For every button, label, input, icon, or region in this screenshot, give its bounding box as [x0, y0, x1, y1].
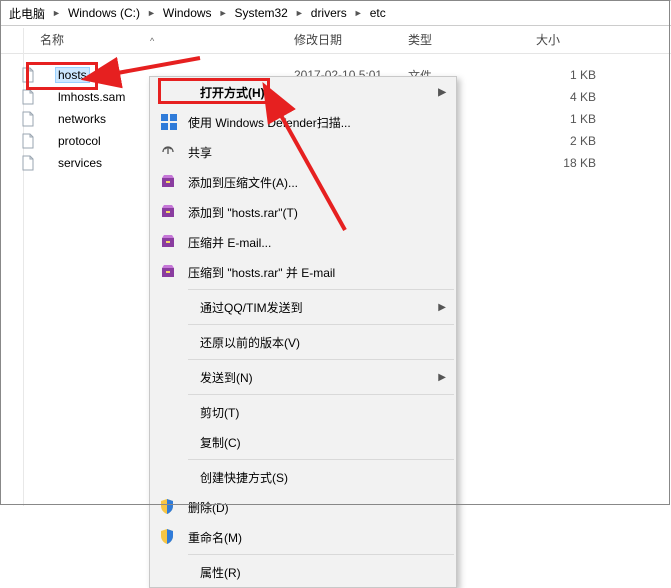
ctx-send-qq-tim[interactable]: 通过QQ/TIM发送到 ▶: [150, 292, 456, 322]
chevron-right-icon[interactable]: ►: [49, 8, 64, 18]
file-name: lmhosts.sam: [58, 90, 125, 104]
ctx-add-to-hosts-rar[interactable]: 添加到 "hosts.rar"(T): [150, 197, 456, 227]
ctx-label: 共享: [188, 144, 456, 161]
column-header-date[interactable]: 修改日期: [294, 31, 342, 48]
ctx-label: 压缩到 "hosts.rar" 并 E-mail: [188, 264, 456, 281]
column-header-row: 名称 ^ 修改日期 类型 大小: [0, 26, 671, 54]
separator: [188, 459, 454, 460]
file-name: services: [58, 156, 102, 170]
chevron-right-icon: ▶: [438, 87, 446, 98]
share-icon: [160, 144, 188, 160]
breadcrumb-item-this-pc[interactable]: 此电脑: [5, 5, 49, 22]
chevron-right-icon: ▶: [438, 302, 446, 313]
ctx-label: 复制(C): [200, 434, 456, 451]
ctx-share[interactable]: 共享: [150, 137, 456, 167]
ctx-compress-hosts-email[interactable]: 压缩到 "hosts.rar" 并 E-mail: [150, 257, 456, 287]
ctx-cut[interactable]: 剪切(T): [150, 397, 456, 427]
breadcrumb-item-system32[interactable]: System32: [230, 6, 291, 20]
ctx-label: 打开方式(H): [200, 84, 456, 101]
column-header-type[interactable]: 类型: [408, 31, 432, 48]
ctx-rename[interactable]: 重命名(M): [150, 522, 456, 552]
file-size: 2 KB: [536, 134, 596, 148]
ctx-label: 删除(D): [188, 499, 456, 516]
chevron-right-icon[interactable]: ►: [292, 8, 307, 18]
ctx-delete[interactable]: 删除(D): [150, 492, 456, 522]
column-header-size[interactable]: 大小: [536, 31, 560, 48]
breadcrumb-item-etc[interactable]: etc: [366, 6, 390, 20]
ctx-restore-versions[interactable]: 还原以前的版本(V): [150, 327, 456, 357]
file-icon: [20, 111, 36, 127]
ctx-label: 通过QQ/TIM发送到: [200, 299, 456, 316]
file-size: 1 KB: [536, 68, 596, 82]
defender-icon: [160, 113, 188, 131]
file-name: hosts: [55, 67, 90, 83]
ctx-label: 使用 Windows Defender扫描...: [188, 114, 456, 131]
sort-ascending-icon: ^: [150, 36, 154, 46]
shield-icon: [160, 499, 188, 515]
ctx-label: 压缩并 E-mail...: [188, 234, 456, 251]
chevron-right-icon[interactable]: ►: [144, 8, 159, 18]
separator: [188, 324, 454, 325]
chevron-right-icon[interactable]: ►: [216, 8, 231, 18]
separator: [188, 359, 454, 360]
ctx-send-to[interactable]: 发送到(N) ▶: [150, 362, 456, 392]
file-size: 4 KB: [536, 90, 596, 104]
ctx-label: 添加到 "hosts.rar"(T): [188, 204, 456, 221]
file-size: 1 KB: [536, 112, 596, 126]
chevron-right-icon[interactable]: ►: [351, 8, 366, 18]
file-size: 18 KB: [536, 156, 596, 170]
winrar-icon: [160, 174, 188, 190]
ctx-label: 发送到(N): [200, 369, 456, 386]
separator: [188, 289, 454, 290]
breadcrumb-item-c[interactable]: Windows (C:): [64, 6, 144, 20]
ctx-copy[interactable]: 复制(C): [150, 427, 456, 457]
ctx-add-to-archive[interactable]: 添加到压缩文件(A)...: [150, 167, 456, 197]
ctx-compress-email[interactable]: 压缩并 E-mail...: [150, 227, 456, 257]
breadcrumb[interactable]: 此电脑 ► Windows (C:) ► Windows ► System32 …: [0, 0, 671, 26]
context-menu: 打开方式(H) ▶ 使用 Windows Defender扫描... 共享 添加…: [149, 76, 457, 588]
winrar-icon: [160, 264, 188, 280]
breadcrumb-item-drivers[interactable]: drivers: [307, 6, 351, 20]
ctx-label: 属性(R): [200, 564, 456, 581]
column-header-name[interactable]: 名称: [40, 31, 64, 48]
ctx-properties[interactable]: 属性(R): [150, 557, 456, 587]
separator: [188, 554, 454, 555]
winrar-icon: [160, 204, 188, 220]
winrar-icon: [160, 234, 188, 250]
file-name: protocol: [58, 134, 101, 148]
ctx-label: 还原以前的版本(V): [200, 334, 456, 351]
shield-icon: [160, 529, 188, 545]
separator: [188, 394, 454, 395]
file-icon: [20, 89, 36, 105]
ctx-label: 创建快捷方式(S): [200, 469, 456, 486]
ctx-label: 添加到压缩文件(A)...: [188, 174, 456, 191]
ctx-label: 剪切(T): [200, 404, 456, 421]
ctx-label: 重命名(M): [188, 529, 456, 546]
ctx-create-shortcut[interactable]: 创建快捷方式(S): [150, 462, 456, 492]
ctx-defender-scan[interactable]: 使用 Windows Defender扫描...: [150, 107, 456, 137]
breadcrumb-item-windows[interactable]: Windows: [159, 6, 216, 20]
ctx-open-with[interactable]: 打开方式(H) ▶: [150, 77, 456, 107]
file-icon: [20, 133, 36, 149]
file-icon: [20, 67, 36, 83]
file-icon: [20, 155, 36, 171]
file-name: networks: [58, 112, 106, 126]
chevron-right-icon: ▶: [438, 372, 446, 383]
